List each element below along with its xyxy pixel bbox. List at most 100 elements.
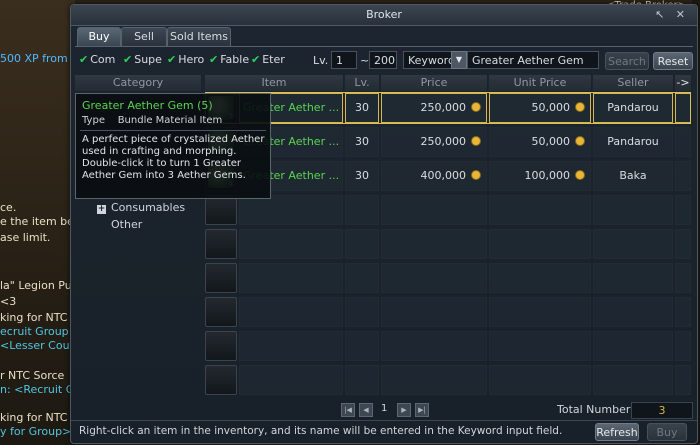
tooltip-title: Greater Aether Gem (5)	[82, 99, 213, 112]
table-cell	[381, 229, 487, 259]
table-cell	[489, 229, 591, 259]
tab-sold-items[interactable]: Sold Items	[167, 27, 231, 46]
filter-common-checkbox[interactable]: ✔ Com	[79, 53, 115, 66]
table-cell	[675, 263, 691, 293]
kinah-coin-icon	[575, 102, 585, 112]
header-seller[interactable]: Seller	[593, 75, 674, 91]
item-level: 30	[355, 135, 369, 148]
item-slot[interactable]	[205, 331, 237, 361]
table-row	[205, 364, 691, 396]
buy-button[interactable]: Buy	[647, 423, 687, 441]
table-row	[205, 296, 691, 328]
kinah-coin-icon	[471, 136, 481, 146]
keyword-input[interactable]: Greater Aether Gem	[467, 51, 599, 69]
item-slot[interactable]	[205, 365, 237, 395]
next-page-icon[interactable]: ▶	[397, 403, 411, 417]
chat-line: y for Group>	[0, 425, 72, 438]
header-category: Category	[75, 75, 202, 91]
table-cell	[381, 365, 487, 395]
check-icon: ✔	[167, 53, 177, 66]
table-row	[205, 228, 691, 260]
filter-eternal-checkbox[interactable]: ✔ Eter	[251, 53, 285, 66]
keyword-hint: Right-click an item in the inventory, an…	[79, 425, 563, 437]
table-row[interactable]: 4Greater Aether ...30400,000100,000Baka	[205, 160, 691, 192]
check-icon: ✔	[209, 53, 219, 66]
table-cell	[593, 263, 673, 293]
prev-page-icon[interactable]: ◀	[359, 403, 373, 417]
table-cell	[489, 263, 591, 293]
total-number-value: 3	[631, 402, 693, 419]
table-cell	[593, 365, 673, 395]
table-cell	[675, 365, 691, 395]
category-consumables[interactable]: + Consumables	[97, 201, 185, 214]
check-icon: ✔	[251, 53, 261, 66]
chat-line: <3	[0, 295, 17, 308]
level-label: Lv.	[313, 54, 329, 67]
level-min-input[interactable]: 1	[331, 51, 357, 69]
filter-bar: ✔ Com ✔ Supe ✔ Hero ✔ Fable ✔ Eter Lv. 1 ~ 20…	[75, 49, 693, 73]
item-tooltip: Greater Aether Gem (5) Type Bundle Mater…	[75, 93, 271, 199]
category-other[interactable]: Other	[111, 218, 142, 231]
table-row[interactable]: 5Greater Aether ...30250,00050,000Pandar…	[205, 126, 691, 158]
header-price[interactable]: Price	[381, 75, 488, 91]
search-button[interactable]: Search	[605, 52, 649, 70]
table-cell	[381, 263, 487, 293]
window-titlebar[interactable]: Broker ↖ ✕	[71, 5, 697, 26]
table-cell	[675, 229, 691, 259]
table-cell	[593, 297, 673, 327]
table-row	[205, 194, 691, 226]
table-row[interactable]: 5Greater Aether ...30250,00050,000Pandar…	[205, 92, 691, 124]
first-page-icon[interactable]: |◀	[341, 403, 355, 417]
table-row	[205, 262, 691, 294]
header-level[interactable]: Lv.	[345, 75, 380, 91]
item-slot[interactable]	[205, 297, 237, 327]
item-level: 30	[355, 101, 369, 114]
refresh-button[interactable]: Refresh	[595, 423, 639, 441]
table-cell	[239, 195, 343, 225]
table-cell	[489, 365, 591, 395]
filter-heroic-checkbox[interactable]: ✔ Hero	[167, 53, 204, 66]
table-cell	[489, 297, 591, 327]
table-cell	[675, 331, 691, 361]
filter-fabled-checkbox[interactable]: ✔ Fable	[209, 53, 249, 66]
more-columns-button[interactable]: ->	[675, 75, 692, 91]
chat-line: e the item be	[0, 215, 74, 228]
kinah-coin-icon	[471, 102, 481, 112]
total-number-label: Total Number	[557, 403, 631, 416]
page-number: 1	[381, 403, 388, 414]
kinah-coin-icon	[575, 136, 585, 146]
table-cell	[381, 331, 487, 361]
table-cell	[675, 93, 691, 123]
chevron-down-icon[interactable]: ▼	[451, 51, 467, 69]
item-slot[interactable]	[205, 263, 237, 293]
chat-line: n: <Recruit G	[0, 383, 75, 396]
expand-icon[interactable]: +	[97, 205, 106, 214]
listing-table: 5Greater Aether ...30250,00050,000Pandar…	[205, 92, 691, 397]
level-max-input[interactable]: 200	[369, 51, 397, 69]
table-cell	[345, 263, 379, 293]
header-unit-price[interactable]: Unit Price	[489, 75, 592, 91]
filter-superior-checkbox[interactable]: ✔ Supe	[123, 53, 162, 66]
chat-line: <Lesser Coun	[0, 339, 77, 352]
window-controls-icon[interactable]: ↖ ✕	[655, 5, 689, 25]
reset-button[interactable]: Reset	[653, 52, 693, 70]
item-level: 30	[355, 169, 369, 182]
item-price: 400,000	[381, 160, 481, 192]
table-cell	[345, 195, 379, 225]
tooltip-divider	[80, 130, 266, 131]
item-seller: Pandarou	[607, 135, 659, 148]
check-icon: ✔	[79, 53, 89, 66]
table-cell	[593, 195, 673, 225]
table-cell	[593, 331, 673, 361]
header-item[interactable]: Item	[205, 75, 344, 91]
table-cell	[345, 331, 379, 361]
tooltip-description: A perfect piece of crystalized Aether us…	[82, 134, 265, 181]
table-cell	[345, 365, 379, 395]
item-slot[interactable]	[205, 195, 237, 225]
last-page-icon[interactable]: ▶|	[415, 403, 429, 417]
tab-sell[interactable]: Sell	[121, 27, 167, 46]
table-cell	[239, 263, 343, 293]
tab-buy[interactable]: Buy	[77, 27, 121, 46]
table-cell	[675, 195, 691, 225]
item-slot[interactable]	[205, 229, 237, 259]
